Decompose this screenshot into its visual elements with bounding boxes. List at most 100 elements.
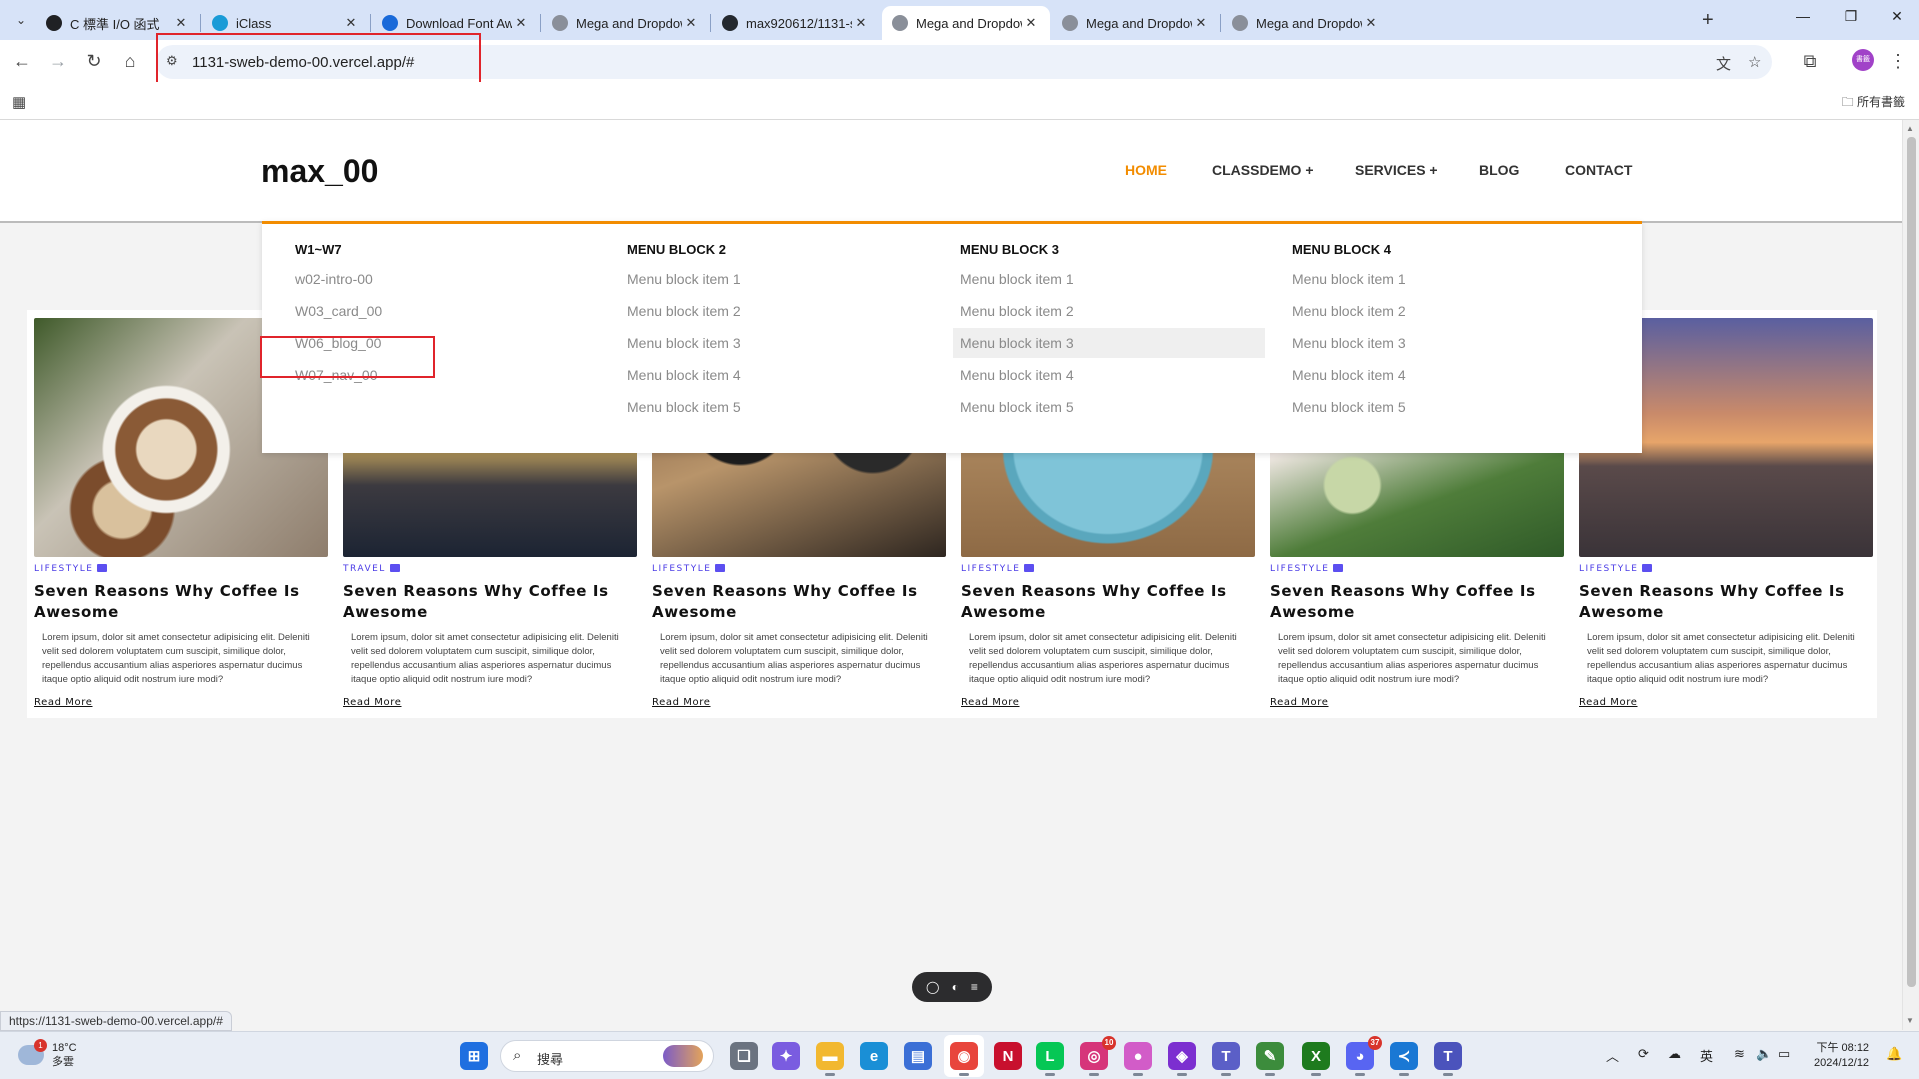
tab-close-icon[interactable]: ✕ — [1022, 15, 1040, 31]
tab-search-chevron-icon[interactable]: ⌄ — [10, 9, 32, 31]
browser-tab[interactable]: max920612/1131-sweb✕ — [712, 6, 880, 40]
mega-menu-item[interactable]: Menu block item 1 — [1285, 264, 1597, 294]
taskbar-search[interactable]: ⌕ 搜尋 — [500, 1040, 714, 1072]
restore-button[interactable]: ❐ — [1836, 8, 1866, 25]
mega-menu-item[interactable]: W03_card_00 — [288, 296, 448, 326]
teams-icon[interactable]: T — [1212, 1042, 1240, 1076]
mega-menu-item[interactable]: Menu block item 5 — [1285, 392, 1597, 422]
comment-icon[interactable]: ◯ — [926, 980, 939, 994]
ime-indicator[interactable]: 英 — [1700, 1046, 1713, 1065]
translate-icon[interactable]: 文 — [1716, 53, 1731, 74]
mega-menu-item[interactable]: Menu block item 4 — [953, 360, 1265, 390]
notification-bell-icon[interactable]: 🔔 — [1886, 1046, 1902, 1062]
blog-card-category[interactable]: LIFESTYLE — [34, 564, 108, 574]
read-more-link[interactable]: Read More — [1270, 697, 1329, 708]
battery-icon[interactable]: ▭ — [1778, 1046, 1790, 1062]
blog-card-category[interactable]: LIFESTYLE — [652, 564, 726, 574]
tab-close-icon[interactable]: ✕ — [342, 15, 360, 31]
netflix-icon[interactable]: N — [994, 1042, 1022, 1070]
browser-tab[interactable]: Mega and Dropdown Menu✕ — [1222, 6, 1390, 40]
home-button[interactable]: ⌂ — [118, 50, 142, 72]
page-scrollbar[interactable]: ▲ ▼ — [1902, 120, 1919, 1030]
apps-grid-icon[interactable]: ▦ — [12, 93, 26, 111]
instagram-icon[interactable]: ◎ 10 — [1080, 1036, 1116, 1076]
mega-menu-item[interactable]: Menu block item 1 — [620, 264, 932, 294]
menu-kebab-icon[interactable]: ⋮ — [1886, 50, 1910, 72]
forward-button[interactable]: → — [46, 50, 70, 72]
nav-link-home[interactable]: HOME — [1125, 162, 1167, 178]
tab-close-icon[interactable]: ✕ — [512, 15, 530, 31]
mega-menu-item[interactable]: Menu block item 1 — [953, 264, 1265, 294]
tab-close-icon[interactable]: ✕ — [852, 15, 870, 31]
read-more-link[interactable]: Read More — [343, 697, 402, 708]
browser-tab[interactable]: Mega and Dropdown Menu✕ — [882, 6, 1050, 40]
tab-close-icon[interactable]: ✕ — [1192, 15, 1210, 31]
profile-avatar[interactable]: 書籤 — [1852, 49, 1874, 71]
mega-menu-item[interactable]: Menu block item 3 — [953, 328, 1265, 358]
all-bookmarks-folder[interactable]: 🗀 所有書籤 — [1842, 93, 1905, 114]
weather-widget[interactable]: 1 18°C 多雲 — [18, 1039, 77, 1069]
back-button[interactable]: ← — [10, 50, 34, 72]
scroll-down-icon[interactable]: ▼ — [1906, 1016, 1914, 1025]
nav-link-contact[interactable]: CONTACT — [1565, 162, 1632, 178]
sync-icon[interactable]: ⟳ — [1638, 1046, 1649, 1062]
tab-close-icon[interactable]: ✕ — [1362, 15, 1380, 31]
mega-menu-item[interactable]: Menu block item 2 — [1285, 296, 1597, 326]
discord-icon[interactable]: ◕ 37 — [1346, 1036, 1382, 1076]
line-icon[interactable]: L — [1036, 1042, 1064, 1076]
mega-menu-item[interactable]: Menu block item 2 — [620, 296, 932, 326]
read-more-link[interactable]: Read More — [1579, 697, 1638, 708]
new-tab-button[interactable]: + — [1702, 9, 1714, 31]
extensions-icon[interactable]: ⧉ — [1798, 50, 1822, 72]
blog-card-category[interactable]: TRAVEL — [343, 564, 400, 574]
minimize-button[interactable]: — — [1788, 8, 1818, 24]
blog-card-category[interactable]: LIFESTYLE — [961, 564, 1035, 574]
reload-button[interactable]: ↻ — [82, 50, 106, 72]
xbox-icon[interactable]: X — [1302, 1042, 1330, 1076]
mega-menu-item[interactable]: Menu block item 4 — [620, 360, 932, 390]
read-more-link[interactable]: Read More — [961, 697, 1020, 708]
browser-tab[interactable]: Mega and Dropdown Menu✕ — [1052, 6, 1220, 40]
blog-card-category[interactable]: LIFESTYLE — [1579, 564, 1653, 574]
task-view-icon[interactable]: ❏ — [730, 1042, 758, 1070]
chrome-icon[interactable]: ◉ — [950, 1042, 978, 1076]
scroll-up-icon[interactable]: ▲ — [1906, 124, 1914, 133]
read-more-link[interactable]: Read More — [652, 697, 711, 708]
mega-menu-item[interactable]: Menu block item 2 — [953, 296, 1265, 326]
close-window-button[interactable]: ✕ — [1882, 8, 1912, 25]
copilot-icon[interactable]: ✦ — [772, 1042, 800, 1070]
bookmark-star-icon[interactable]: ☆ — [1748, 53, 1761, 71]
tab-close-icon[interactable]: ✕ — [172, 15, 190, 31]
site-logo[interactable]: max_00 — [261, 153, 378, 190]
file-explorer-icon[interactable]: ▬ — [816, 1042, 844, 1076]
scrollbar-thumb[interactable] — [1907, 137, 1916, 987]
store-icon[interactable]: ▤ — [904, 1042, 932, 1070]
browser-tab[interactable]: Mega and Dropdown Menu✕ — [542, 6, 710, 40]
volume-muted-icon[interactable]: 🔈 — [1756, 1046, 1772, 1062]
notepad-icon[interactable]: ✎ — [1256, 1042, 1284, 1076]
drop-icon[interactable]: ● — [1124, 1042, 1152, 1076]
mega-menu-item[interactable]: Menu block item 5 — [953, 392, 1265, 422]
mega-menu-item[interactable]: Menu block item 3 — [1285, 328, 1597, 358]
taskbar-clock[interactable]: 下午 08:12 2024/12/12 — [1814, 1041, 1869, 1071]
nav-link-classdemo[interactable]: CLASSDEMO + — [1212, 162, 1314, 178]
read-more-link[interactable]: Read More — [34, 697, 93, 708]
nav-link-blog[interactable]: BLOG — [1479, 162, 1519, 178]
app-purple-icon[interactable]: ◈ — [1168, 1042, 1196, 1076]
wifi-icon[interactable]: ≋ — [1734, 1046, 1745, 1062]
nav-link-services[interactable]: SERVICES + — [1355, 162, 1438, 178]
vscode-icon[interactable]: ≺ — [1390, 1042, 1418, 1076]
teams-work-icon[interactable]: T — [1434, 1042, 1462, 1076]
tab-close-icon[interactable]: ✕ — [682, 15, 700, 31]
mega-menu-item[interactable]: Menu block item 3 — [620, 328, 932, 358]
edge-icon[interactable]: e — [860, 1042, 888, 1070]
mega-menu-item[interactable]: Menu block item 5 — [620, 392, 932, 422]
onedrive-cloud-icon[interactable]: ☁ — [1668, 1046, 1681, 1062]
blog-card-category[interactable]: LIFESTYLE — [1270, 564, 1344, 574]
mega-menu-item[interactable]: w02-intro-00 — [288, 264, 448, 294]
start-icon[interactable]: ⊞ — [460, 1042, 488, 1070]
list-icon[interactable]: ≡ — [971, 980, 978, 994]
mega-menu-item[interactable]: Menu block item 4 — [1285, 360, 1597, 390]
tray-overflow-chevron-icon[interactable]: ︿ — [1606, 1046, 1619, 1065]
toggle-icon[interactable]: ◐ — [952, 980, 959, 994]
